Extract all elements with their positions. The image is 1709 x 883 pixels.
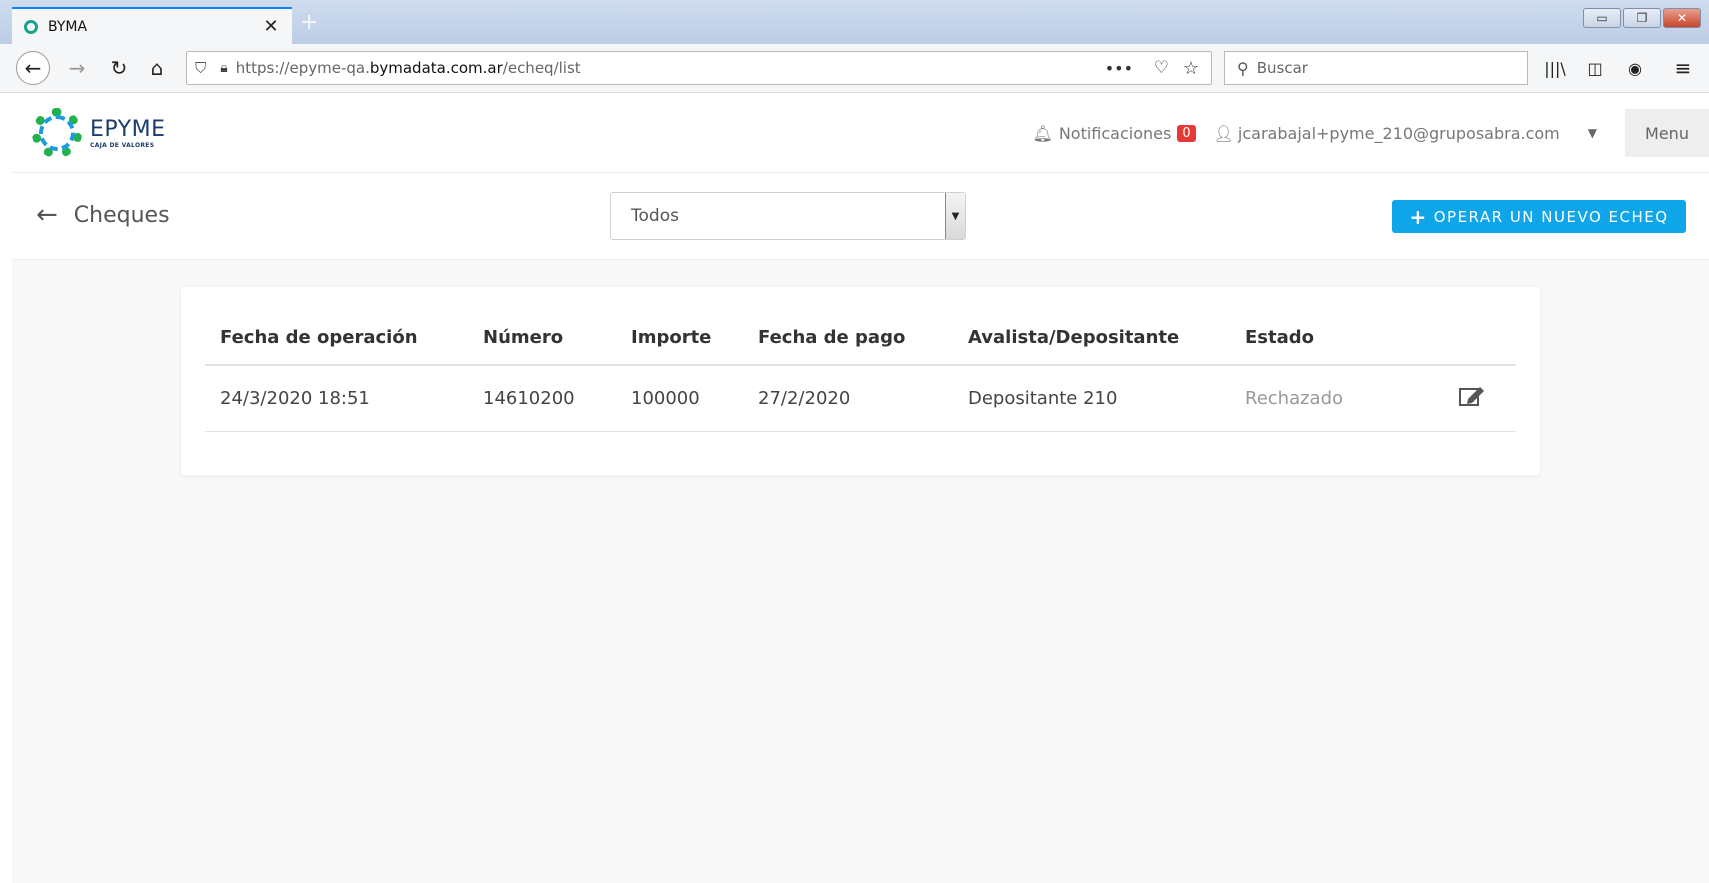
cell-estado: Rechazado bbox=[1230, 365, 1400, 432]
status-filter-select[interactable]: Todos ▼ bbox=[610, 192, 966, 240]
lock-icon[interactable]: 🔒︎ bbox=[220, 60, 227, 76]
notifications-link[interactable]: 🔔︎ Notificaciones 0 bbox=[1033, 124, 1196, 143]
browser-tab[interactable]: BYMA ✕ bbox=[12, 7, 292, 44]
cheques-card: Fecha de operación Número Importe Fecha … bbox=[181, 287, 1540, 475]
table-row[interactable]: 24/3/2020 18:51 14610200 100000 27/2/202… bbox=[205, 365, 1516, 432]
column-header-fecha-operacion: Fecha de operación bbox=[205, 311, 468, 366]
back-link[interactable]: ← Cheques bbox=[36, 200, 170, 230]
edit-icon[interactable] bbox=[1458, 384, 1486, 408]
cell-fecha-pago: 27/2/2020 bbox=[743, 365, 953, 432]
window-close-button[interactable]: ✕ bbox=[1663, 8, 1701, 28]
logo-brand: EPYME bbox=[90, 117, 166, 142]
browser-forward-icon[interactable]: → bbox=[62, 52, 92, 84]
search-input[interactable]: ⚲ Buscar bbox=[1224, 51, 1528, 85]
browser-chrome: BYMA ✕ + ▭ ❐ ✕ ← → ↻ ⌂ ⛉ 🔒︎ https://epym… bbox=[0, 0, 1709, 93]
favicon-icon bbox=[24, 19, 38, 34]
window-controls: ▭ ❐ ✕ bbox=[1583, 8, 1701, 28]
cell-numero: 14610200 bbox=[468, 365, 616, 432]
logo-text: EPYME CAJA DE VALORES bbox=[90, 117, 166, 149]
page-toolbar: ← Cheques Todos ▼ + OPERAR UN NUEVO ECHE… bbox=[12, 174, 1709, 260]
plus-icon: + bbox=[1409, 204, 1428, 229]
column-header-estado: Estado bbox=[1230, 311, 1400, 366]
column-header-fecha-pago: Fecha de pago bbox=[743, 311, 953, 366]
user-email: jcarabajal+pyme_210@gruposabra.com bbox=[1237, 123, 1560, 143]
cell-actions bbox=[1400, 365, 1516, 432]
status-filter-value: Todos bbox=[631, 206, 679, 226]
tab-bar: BYMA ✕ + ▭ ❐ ✕ bbox=[0, 0, 1709, 44]
column-header-importe: Importe bbox=[616, 311, 743, 366]
new-echeq-button[interactable]: + OPERAR UN NUEVO ECHEQ bbox=[1392, 200, 1686, 233]
epyme-logo[interactable]: EPYME CAJA DE VALORES bbox=[32, 107, 192, 159]
header-actions: 🔔︎ Notificaciones 0 👤︎ jcarabajal+pyme_2… bbox=[1033, 109, 1709, 157]
arrow-left-icon: ← bbox=[36, 200, 58, 230]
bookmark-star-icon[interactable]: ☆ bbox=[1183, 58, 1199, 79]
library-icon[interactable]: |||\ bbox=[1540, 52, 1570, 84]
new-tab-icon[interactable]: + bbox=[300, 10, 318, 35]
nav-bar: ← → ↻ ⌂ ⛉ 🔒︎ https://epyme-qa.bymadata.c… bbox=[0, 44, 1709, 93]
cell-avalista: Depositante 210 bbox=[953, 365, 1230, 432]
minimize-button[interactable]: ▭ bbox=[1583, 8, 1621, 28]
table-header-row: Fecha de operación Número Importe Fecha … bbox=[205, 311, 1516, 366]
user-icon: 👤︎ bbox=[1213, 123, 1234, 143]
user-menu[interactable]: 👤︎ jcarabajal+pyme_210@gruposabra.com bbox=[1214, 124, 1560, 143]
dropdown-arrow-icon[interactable]: ▼ bbox=[945, 193, 965, 239]
cell-importe: 100000 bbox=[616, 365, 743, 432]
tab-title: BYMA bbox=[48, 18, 88, 35]
logo-subtitle: CAJA DE VALORES bbox=[90, 142, 155, 149]
home-icon[interactable]: ⌂ bbox=[142, 52, 172, 84]
app-header: EPYME CAJA DE VALORES 🔔︎ Notificaciones … bbox=[12, 93, 1709, 173]
browser-back-icon[interactable]: ← bbox=[16, 51, 50, 85]
page-title: Cheques bbox=[73, 202, 170, 228]
bell-icon: 🔔︎ bbox=[1032, 123, 1053, 143]
column-header-numero: Número bbox=[468, 311, 616, 366]
close-tab-icon[interactable]: ✕ bbox=[258, 16, 284, 37]
content-area: Fecha de operación Número Importe Fecha … bbox=[12, 260, 1709, 883]
url-bar[interactable]: ⛉ 🔒︎ https://epyme-qa.bymadata.com.ar/ec… bbox=[186, 51, 1212, 85]
account-icon[interactable]: ◉ bbox=[1620, 52, 1650, 84]
notifications-badge: 0 bbox=[1177, 124, 1196, 142]
url-text[interactable]: https://epyme-qa.bymadata.com.ar/echeq/l… bbox=[236, 59, 581, 77]
column-header-avalista: Avalista/Depositante bbox=[953, 311, 1230, 366]
new-echeq-label: OPERAR UN NUEVO ECHEQ bbox=[1433, 207, 1669, 226]
page-actions-icon[interactable]: ••• bbox=[1105, 59, 1133, 78]
search-icon: ⚲ bbox=[1237, 58, 1249, 78]
logo-ring-icon bbox=[32, 108, 82, 158]
search-placeholder: Buscar bbox=[1256, 59, 1308, 77]
sidebar-icon[interactable]: ◫ bbox=[1580, 52, 1610, 84]
tracking-shield-icon[interactable]: ⛉ bbox=[195, 59, 206, 77]
cell-fecha-operacion: 24/3/2020 18:51 bbox=[205, 365, 468, 432]
chevron-down-icon[interactable]: ▼ bbox=[1588, 126, 1597, 140]
reload-icon[interactable]: ↻ bbox=[104, 52, 134, 84]
notifications-label: Notificaciones bbox=[1058, 123, 1172, 143]
menu-button[interactable]: Menu bbox=[1625, 109, 1709, 157]
restore-button[interactable]: ❐ bbox=[1623, 8, 1661, 28]
pocket-icon[interactable]: ♡ bbox=[1154, 58, 1169, 78]
hamburger-menu-icon[interactable]: ≡ bbox=[1668, 52, 1698, 84]
column-header-actions bbox=[1400, 311, 1516, 366]
cheques-table: Fecha de operación Número Importe Fecha … bbox=[205, 311, 1516, 432]
